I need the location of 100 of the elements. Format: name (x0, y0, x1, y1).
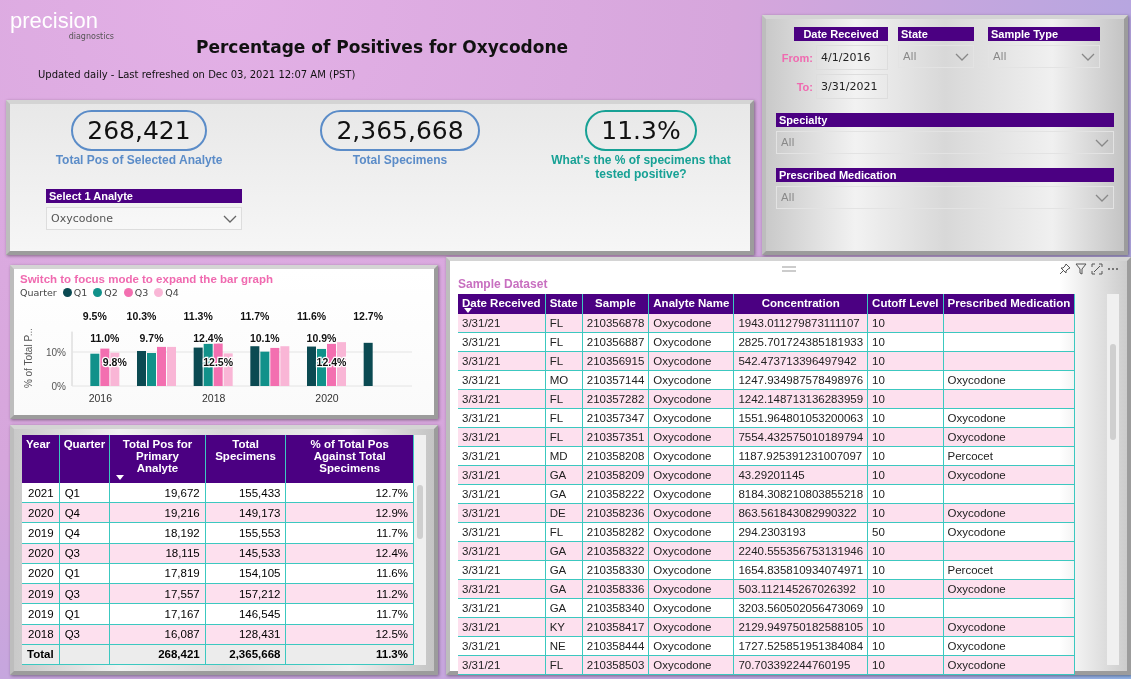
column-header[interactable]: Year (22, 435, 60, 483)
date-field[interactable]: 3/31/2021 (816, 74, 888, 99)
table-cell: Oxycodone (943, 522, 1075, 542)
logo-text: precision (10, 10, 99, 32)
table-cell: 210356878 (582, 314, 649, 333)
analyte-dropdown[interactable]: Oxycodone (46, 207, 242, 230)
table-cell: Oxycodone (648, 408, 734, 428)
data-label: 12.4% (193, 332, 224, 344)
column-header[interactable]: Date Received (458, 294, 546, 314)
table-cell: FL (545, 408, 583, 428)
table-cell: 11.7% (285, 603, 414, 624)
table-cell: Oxycodone (943, 370, 1075, 390)
table-cell: 50 (867, 522, 944, 542)
column-header[interactable]: Prescribed Medication (943, 294, 1075, 314)
table-cell: FL (545, 522, 583, 542)
column-header[interactable]: Concentration (733, 294, 868, 314)
table-cell: Oxycodone (648, 332, 734, 352)
table-cell: 2020 (22, 563, 60, 584)
table-cell: 8184.308210803855218 (733, 484, 868, 504)
table-cell: 1187.925391231007097 (733, 446, 868, 466)
chevron-icon (955, 52, 969, 61)
slicer-header: Sample Type (988, 27, 1100, 41)
kpi-label: What's the % of specimens that tested positive? (550, 153, 732, 181)
data-label: 9.7% (139, 332, 164, 344)
column-header[interactable]: Cutoff Level (867, 294, 944, 314)
table-cell: 155,553 (205, 522, 286, 544)
column-header[interactable]: Analyte Name (648, 294, 734, 314)
table-cell: 3/31/21 (458, 522, 546, 542)
table-cell: FL (545, 314, 583, 333)
expand-icon[interactable] (1091, 263, 1103, 275)
table-cell: 2019 (22, 583, 60, 604)
table-cell: 210358330 (582, 560, 649, 580)
scrollbar[interactable] (414, 435, 426, 665)
scrollbar[interactable] (1107, 294, 1119, 665)
table-cell: Q1 (59, 603, 110, 624)
table-cell: 10 (867, 446, 944, 466)
data-label: 10.9% (306, 332, 337, 344)
table-cell: Oxycodone (648, 446, 734, 466)
table-cell: Oxycodone (648, 598, 734, 618)
column-header[interactable]: Sample (582, 294, 649, 314)
date-field[interactable]: 4/1/2016 (816, 45, 888, 70)
column-header[interactable]: Total Pos for Primary Analyte (109, 435, 206, 483)
total-label: Total (22, 644, 60, 665)
table-cell: MD (545, 446, 583, 466)
table-cell: 3/31/21 (458, 370, 546, 390)
table-cell: 1551.964801053200063 (733, 408, 868, 428)
table-cell: 3/31/21 (458, 446, 546, 466)
chevron-icon (223, 214, 237, 223)
table-cell: Oxycodone (943, 636, 1075, 656)
legend-label: Q2 (104, 287, 118, 298)
column-header[interactable]: State (545, 294, 583, 314)
slicer-header: Specialty (776, 113, 1114, 127)
table-cell: FL (545, 332, 583, 352)
column-header[interactable]: % of Total Pos Against Total Specimens (285, 435, 414, 483)
table-cell: 3/31/21 (458, 314, 546, 333)
table-cell: Oxycodone (648, 370, 734, 390)
table-cell: 1943.011279873111107 (733, 314, 868, 333)
chevron-icon (1095, 193, 1109, 202)
table-cell: 146,545 (205, 603, 286, 624)
table-cell: 3/31/21 (458, 636, 546, 656)
legend-label: Q3 (134, 287, 149, 298)
table-cell: Oxycodone (648, 314, 734, 333)
table-cell: Q1 (59, 563, 110, 584)
kpi-label: Total Specimens (352, 153, 448, 167)
table-cell: 210358208 (582, 446, 649, 466)
table-cell: 155,433 (205, 483, 286, 503)
table-title: Sample Dataset (458, 277, 549, 291)
table-cell: 210358282 (582, 522, 649, 542)
table-cell: 10 (867, 636, 944, 656)
pin-icon[interactable] (1059, 263, 1071, 275)
legend-title: Quarter (20, 287, 57, 298)
column-header[interactable]: Total Specimens (205, 435, 286, 483)
to-label: To: (796, 80, 813, 93)
table-cell: Oxycodone (648, 484, 734, 504)
column-header[interactable]: Quarter (59, 435, 110, 483)
table-cell: 2018 (22, 624, 60, 645)
table-cell: 3/31/21 (458, 408, 546, 428)
table-cell: Oxycodone (648, 522, 734, 542)
table-cell: 10 (867, 370, 944, 390)
data-label: 11.7% (240, 310, 270, 322)
filter-icon[interactable] (1075, 263, 1087, 275)
data-label: 11.3% (183, 310, 213, 322)
table-cell: 18,192 (109, 522, 206, 544)
table-cell: MO (545, 370, 583, 390)
drag-handle-icon[interactable] (781, 266, 796, 272)
table-cell: GA (545, 484, 583, 504)
table-cell: Oxycodone (648, 636, 734, 656)
table-cell: 294.2303193 (733, 522, 868, 542)
table-cell: NE (545, 636, 583, 656)
table-cell: Percocet (943, 446, 1075, 466)
table-cell: 10 (867, 314, 944, 333)
from-label: From: (781, 51, 813, 64)
table-cell: 1247.934987578498976 (733, 370, 868, 390)
kpi-label: Total Pos of Selected Analyte (55, 153, 223, 167)
table-cell: 2019 (22, 522, 60, 544)
legend-label: Q1 (73, 287, 88, 298)
chevron-icon (1081, 52, 1095, 61)
table-cell: 10 (867, 484, 944, 504)
kpi-value: 2,365,668 (320, 110, 480, 151)
data-label: 9.8% (102, 356, 127, 368)
